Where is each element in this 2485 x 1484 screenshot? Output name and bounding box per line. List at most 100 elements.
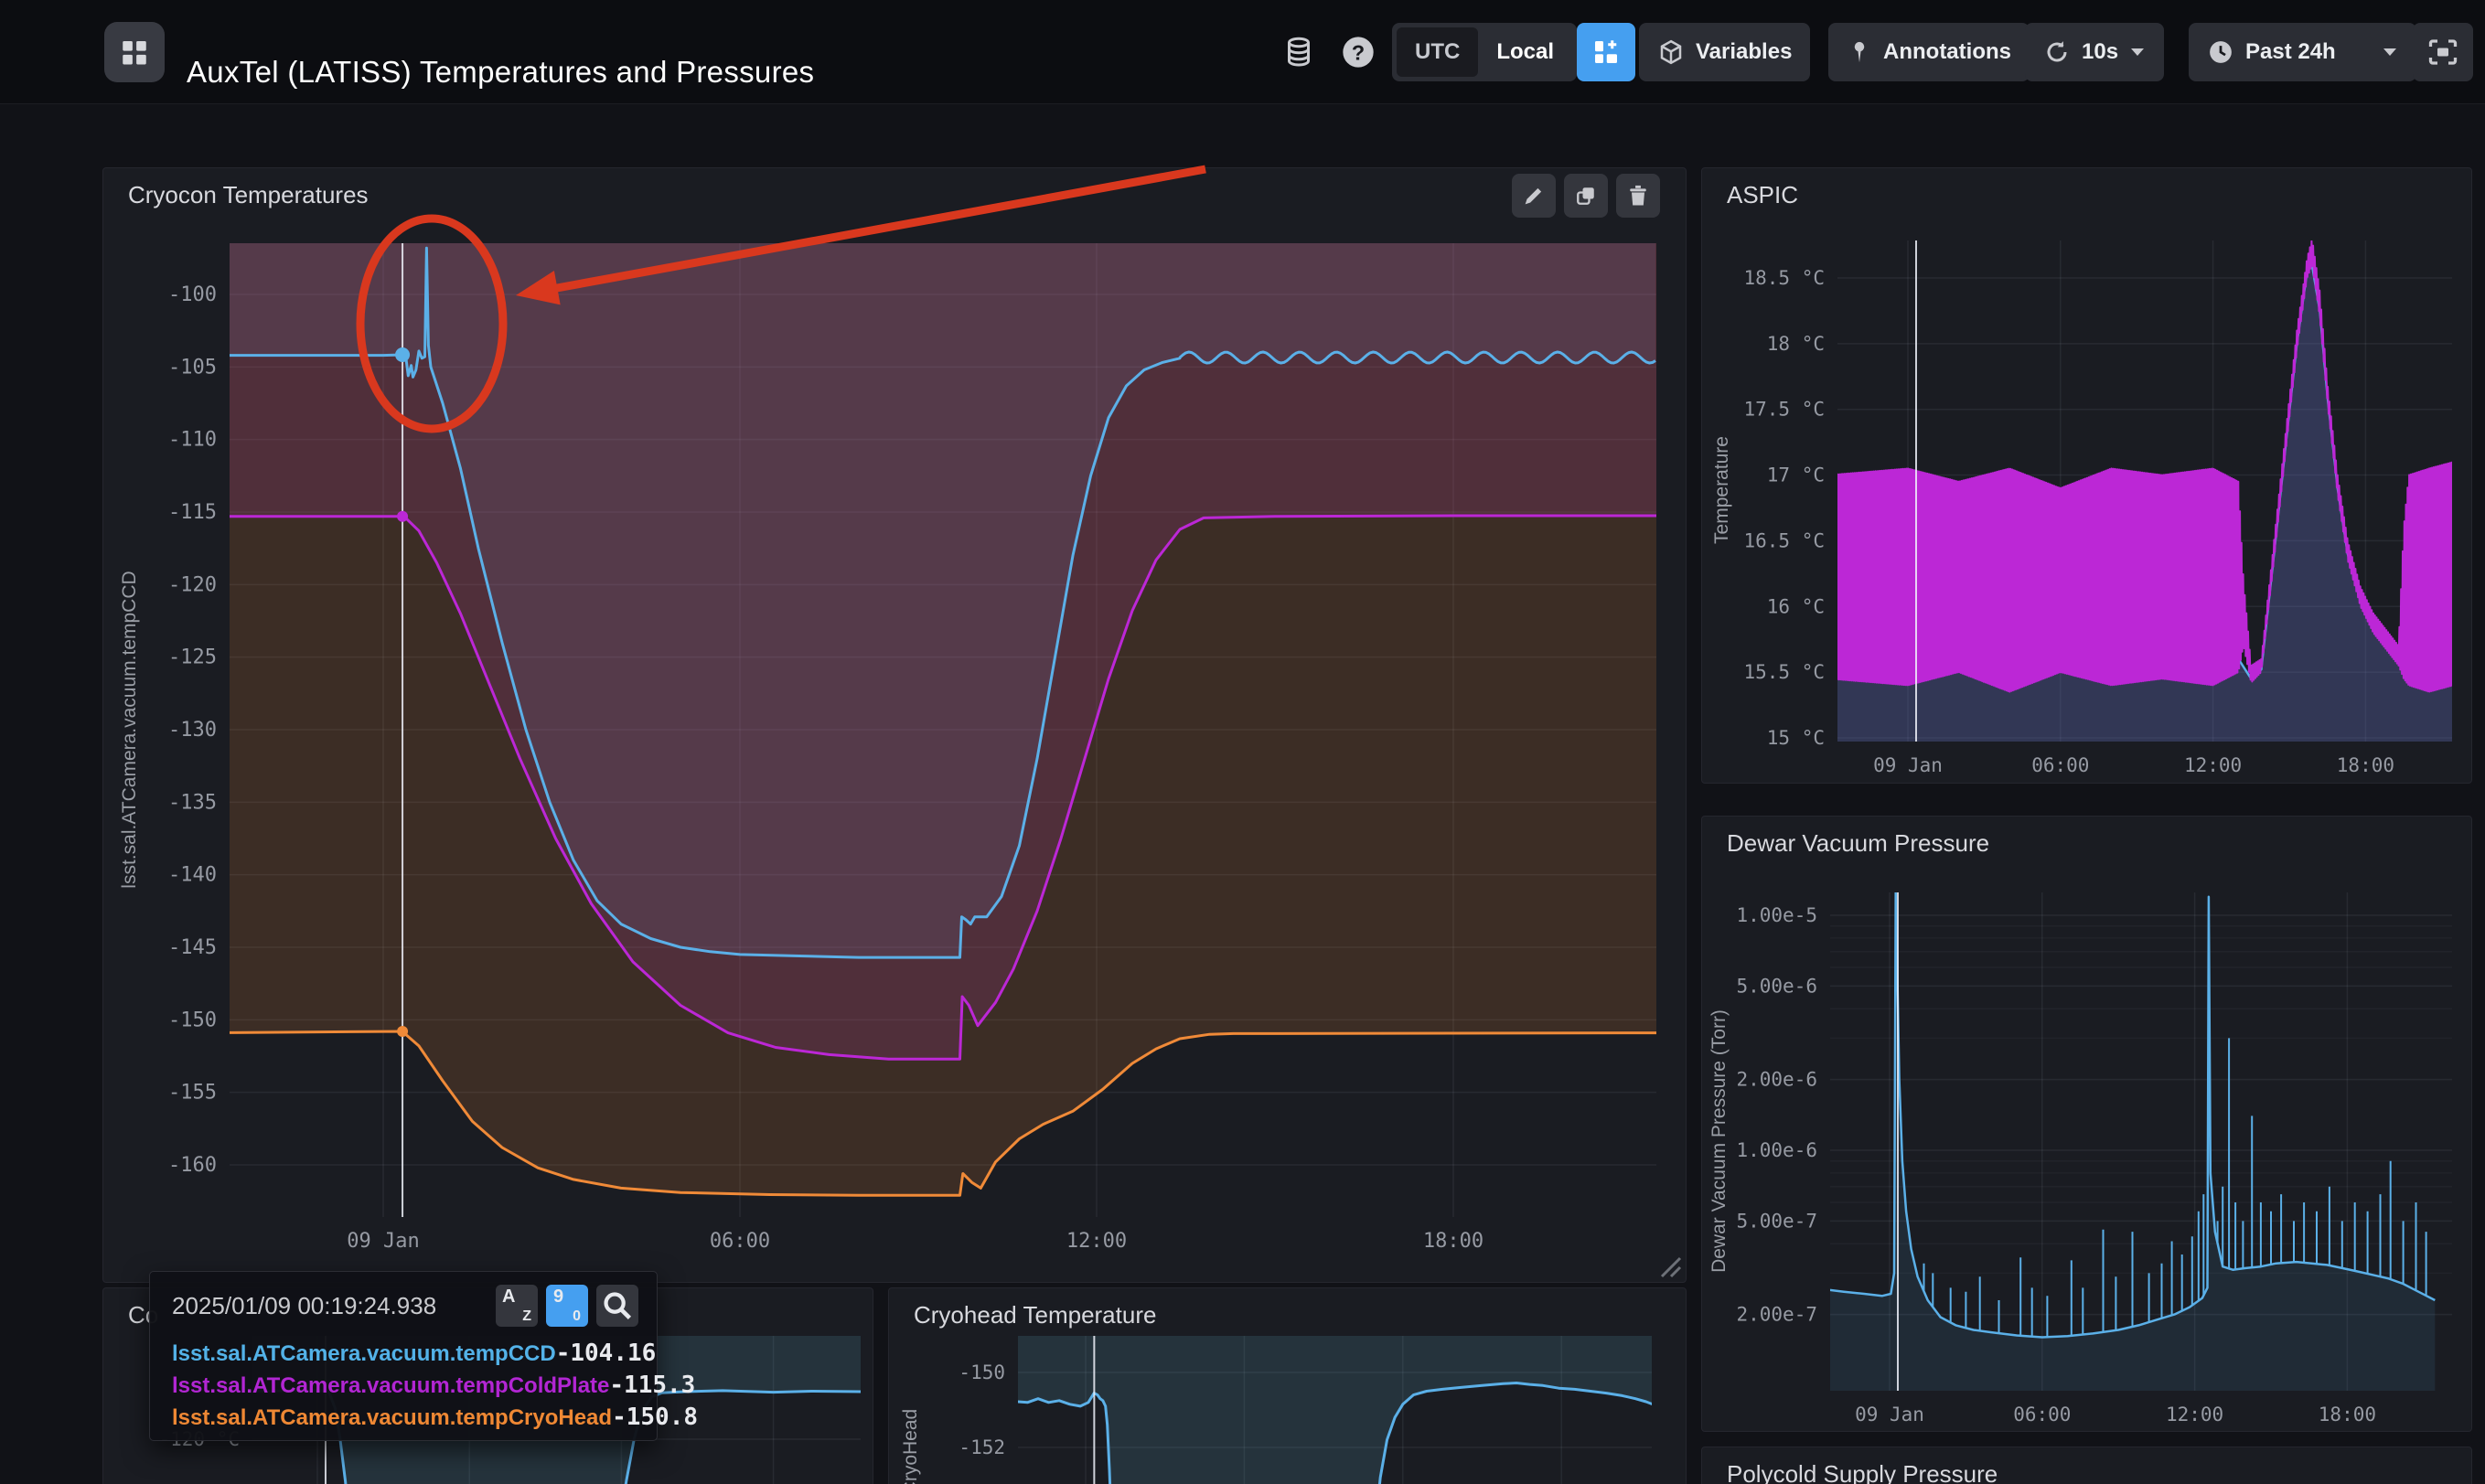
grid-icon (119, 37, 150, 68)
cryocon-chart[interactable]: -100 -105 -110 -115 -120 -125 -130 -135 -140 -145… (103, 168, 1687, 1283)
time-range-label: Past 24h (2245, 39, 2336, 65)
hover-point-marker (397, 1026, 408, 1037)
y-axis-label: lsst.sal.ATCamera.vacuum.tempCCD (119, 571, 140, 888)
dewar-chart[interactable]: 1.00e-55.00e-62.00e-61.00e-65.00e-72.00e… (1702, 817, 2472, 1432)
kiosk-mode-button[interactable] (2413, 23, 2473, 81)
help-icon: ? (1340, 34, 1376, 70)
panel-title-cryohead[interactable]: Cryohead Temperature (889, 1288, 1686, 1341)
variables-label: Variables (1696, 39, 1792, 65)
dashboards-grid-button[interactable] (104, 22, 165, 82)
series-group (199, 243, 1659, 1217)
sort-alpha-button[interactable]: A Z (496, 1285, 538, 1327)
datasource-button[interactable] (1279, 22, 1319, 82)
tooltip-series-name: lsst.sal.ATCamera.vacuum.tempCCD (172, 1341, 556, 1367)
y-tick-label: 16 °C (1767, 595, 1825, 617)
y-tick-label: -125 (168, 646, 217, 669)
panel-title-cryocon[interactable]: Cryocon Temperatures (103, 168, 1686, 221)
y-tick-label: -115 (168, 501, 217, 524)
y-tick-label: -105 (168, 356, 217, 379)
grafana-dashboard: AuxTel (LATISS) Temperatures and Pressur… (0, 0, 2485, 1484)
x-tick-label: 06:00 (710, 1230, 770, 1253)
lsst.sal.ATCamera.vacuum.tempCryoHead-fill (199, 243, 1659, 1195)
svg-text:?: ? (1352, 40, 1365, 64)
panel-dewar-vacuum-pressure: Dewar Vacuum Pressure 1.00e-55.00e-62.00… (1701, 816, 2472, 1432)
resize-handle[interactable] (1655, 1251, 1682, 1278)
y-tick-label: -135 (168, 791, 217, 814)
sort-numeric-button[interactable]: 9 0 (546, 1285, 588, 1327)
y-tick-label: 5.00e-7 (1736, 1210, 1817, 1232)
annotations-label: Annotations (1883, 39, 2011, 65)
panel-title-aspic[interactable]: ASPIC (1702, 168, 2471, 221)
duplicate-button[interactable] (1564, 174, 1608, 218)
y-tick-label: -120 (168, 573, 217, 596)
y-tick-label: 18 °C (1767, 333, 1825, 355)
tooltip-timestamp: 2025/01/09 00:19:24.938 (172, 1292, 487, 1320)
page-title: AuxTel (LATISS) Temperatures and Pressur… (187, 20, 814, 123)
pencil-icon (1521, 183, 1547, 208)
y-tick-label: 16.5 °C (1743, 529, 1825, 551)
y-tick-label: 17 °C (1767, 464, 1825, 486)
search-icon (596, 1285, 638, 1327)
time-range-button[interactable]: Past 24h (2189, 23, 2416, 81)
y-tick-label: 5.00e-6 (1736, 975, 1817, 997)
tooltip-series-name: lsst.sal.ATCamera.vacuum.tempCryoHead (172, 1405, 612, 1431)
y-tick-label: 2.00e-6 (1736, 1069, 1817, 1091)
tooltip-series-value: -104.16 (556, 1340, 657, 1367)
tooltip-series-name: lsst.sal.ATCamera.vacuum.tempColdPlate (172, 1373, 609, 1399)
copy-icon (1573, 183, 1599, 208)
hover-point-marker (397, 511, 408, 522)
timezone-toggle: UTC Local (1392, 23, 1577, 81)
clock-icon (2207, 38, 2234, 66)
tooltip-rows: lsst.sal.ATCamera.vacuum.tempCCD -104.16… (172, 1340, 638, 1436)
x-tick-label: 06:00 (2013, 1404, 2071, 1425)
aspic-chart[interactable]: 18.5 °C18 °C17.5 °C17 °C16.5 °C16 °C15.5… (1702, 168, 2472, 784)
panel-cryocon-temperatures: Cryocon Temperatures -10 (102, 167, 1687, 1283)
annotations-button[interactable]: Annotations (1828, 23, 2030, 81)
y-tick-label: 2.00e-7 (1736, 1304, 1817, 1326)
y-tick-label: -145 (168, 936, 217, 959)
x-tick-label: 18:00 (2319, 1404, 2376, 1425)
y-tick-label: -152 (959, 1436, 1005, 1458)
y-tick-label: 17.5 °C (1743, 399, 1825, 421)
panel-title-dewar[interactable]: Dewar Vacuum Pressure (1702, 817, 2471, 870)
help-button[interactable]: ? (1338, 22, 1378, 82)
chevron-down-icon (2129, 47, 2146, 58)
tooltip-row: lsst.sal.ATCamera.vacuum.tempCryoHead -1… (172, 1404, 638, 1436)
y-tick-label: -110 (168, 429, 217, 452)
variables-button[interactable]: Variables (1639, 23, 1810, 81)
annotation-pin-icon (1847, 38, 1872, 66)
utc-toggle[interactable]: UTC (1397, 27, 1478, 77)
y-tick-label: -155 (168, 1082, 217, 1105)
tooltip-row: lsst.sal.ATCamera.vacuum.tempCCD -104.16 (172, 1340, 638, 1372)
tooltip-row: lsst.sal.ATCamera.vacuum.tempColdPlate -… (172, 1372, 638, 1404)
local-toggle[interactable]: Local (1478, 27, 1572, 77)
add-panel-button[interactable] (1577, 23, 1635, 81)
y-tick-label: -150 (168, 1009, 217, 1031)
x-tick-label: 06:00 (2031, 754, 2089, 776)
database-icon (1282, 35, 1315, 69)
monitor-icon (2426, 36, 2459, 69)
series-group (1003, 1336, 1653, 1484)
chevron-down-icon (2382, 47, 2398, 58)
tooltip-series-value: -115.3 (609, 1372, 695, 1399)
shared-tooltip: 2025/01/09 00:19:24.938 A Z 9 0 lsst.sal… (149, 1271, 658, 1441)
y-tick-label: -140 (168, 864, 217, 887)
y-tick-label: -130 (168, 719, 217, 742)
cryohead_temp-fill (1003, 1336, 1653, 1484)
refresh-button[interactable]: 10s (2025, 23, 2164, 81)
x-tick-label: 18:00 (2337, 754, 2394, 776)
search-button[interactable] (596, 1285, 638, 1327)
refresh-interval-label: 10s (2082, 39, 2118, 65)
refresh-icon (2043, 38, 2071, 66)
y-tick-label: 15.5 °C (1743, 661, 1825, 683)
y-tick-label: -150 (959, 1361, 1005, 1383)
x-tick-label: 12:00 (1066, 1230, 1127, 1253)
panel-title-polycold[interactable]: Polycold Supply Pressure (1702, 1447, 2471, 1484)
y-tick-label: 15 °C (1767, 727, 1825, 749)
y-tick-label: 1.00e-6 (1736, 1139, 1817, 1161)
x-tick-label: 09 Jan (347, 1230, 419, 1253)
y-axis-label: lsst.sal.ATCamera.vacuum.tempCryoHead (900, 1409, 921, 1484)
edit-annotation-button[interactable] (1512, 174, 1556, 218)
y-tick-label: -100 (168, 283, 217, 306)
delete-button[interactable] (1616, 174, 1660, 218)
